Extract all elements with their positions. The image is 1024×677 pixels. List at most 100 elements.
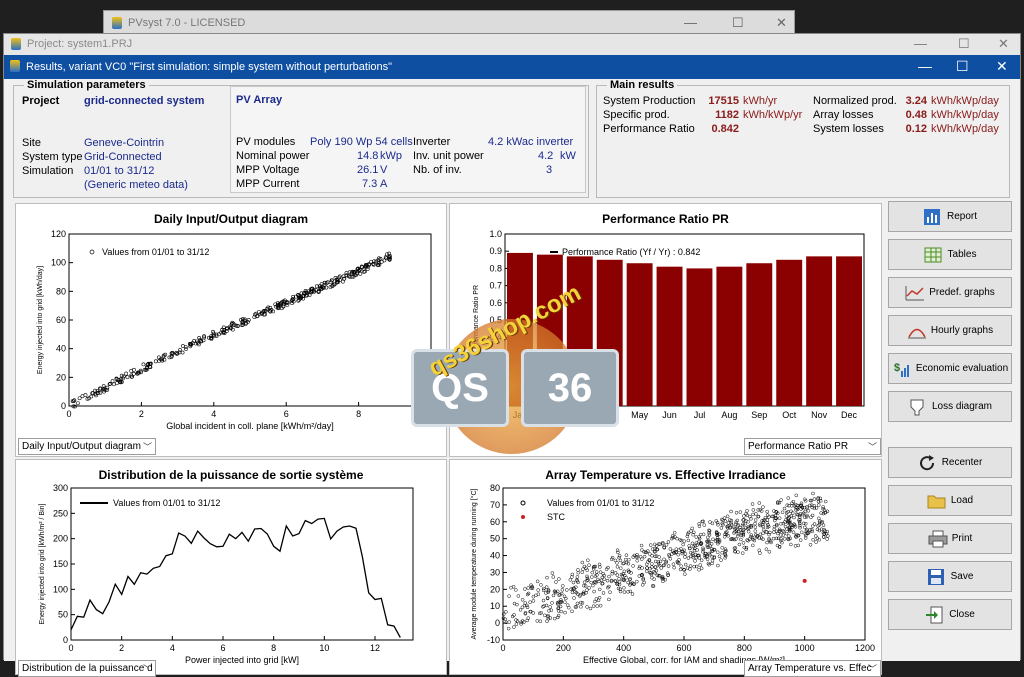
data-point xyxy=(637,566,641,571)
data-point xyxy=(767,550,772,554)
data-point xyxy=(812,497,817,501)
x-tick-label: 400 xyxy=(616,643,631,653)
close-icon[interactable]: ✕ xyxy=(998,36,1009,52)
data-point xyxy=(631,564,635,568)
result-unit: kWh/kWp/day xyxy=(931,123,999,135)
data-point xyxy=(557,593,561,598)
y-tick-label: 60 xyxy=(490,517,500,527)
pvsyst-window-title: PVsyst 7.0 - LICENSED xyxy=(128,17,246,29)
printer-icon xyxy=(928,530,948,548)
maximize-icon[interactable]: ☐ xyxy=(956,58,969,75)
data-point xyxy=(523,587,527,591)
data-point xyxy=(509,585,513,590)
tables-button[interactable]: Tables xyxy=(888,239,1012,270)
data-point xyxy=(690,526,694,531)
data-point xyxy=(77,396,82,401)
save-button[interactable]: Save xyxy=(888,561,1012,592)
results-title-bar: Results, variant VC0 "First simulation: … xyxy=(4,55,1020,79)
data-point xyxy=(668,547,673,551)
line-chart-icon xyxy=(905,284,925,302)
button-label: Print xyxy=(951,533,973,544)
data-point xyxy=(701,532,706,537)
report-button[interactable]: Report xyxy=(888,201,1012,232)
data-point xyxy=(698,563,703,567)
data-point xyxy=(568,578,573,582)
data-point xyxy=(745,509,749,513)
data-point xyxy=(792,515,796,520)
recenter-button[interactable]: Recenter xyxy=(888,447,1012,478)
data-point xyxy=(605,578,610,583)
simulation-parameters-group: Simulation parameters Project grid-conne… xyxy=(13,79,589,198)
result-label: Performance Ratio xyxy=(603,123,695,135)
load-button[interactable]: Load xyxy=(888,485,1012,516)
print-button[interactable]: Print xyxy=(888,523,1012,554)
data-point xyxy=(786,496,791,500)
data-point xyxy=(607,574,611,579)
refresh-icon xyxy=(918,454,936,472)
hourly-graphs-button[interactable]: Hourly graphs xyxy=(888,315,1012,346)
data-point xyxy=(677,558,681,562)
y-tick-label: 0.8 xyxy=(489,263,502,273)
maximize-icon[interactable]: ☐ xyxy=(732,15,744,31)
loss-diagram-button[interactable]: Loss diagram xyxy=(888,391,1012,422)
data-point xyxy=(784,531,789,536)
data-point xyxy=(83,393,88,397)
data-point xyxy=(174,350,179,355)
data-point xyxy=(545,575,549,580)
project-window: Project: system1.PRJ — ☐ ✕ Results, vari… xyxy=(3,33,1021,677)
data-point xyxy=(576,570,581,575)
close-icon[interactable]: ✕ xyxy=(776,15,787,31)
data-point xyxy=(582,583,586,588)
pr-bar xyxy=(507,252,533,406)
pr-chart-select[interactable]: Performance Ratio PR ﹀ xyxy=(744,438,881,455)
predef-graphs-button[interactable]: Predef. graphs xyxy=(888,277,1012,308)
data-point xyxy=(680,551,684,556)
economic-evaluation-button[interactable]: $ Economic evaluation xyxy=(888,353,1012,384)
data-point xyxy=(615,573,620,577)
x-tick-label: 0 xyxy=(68,643,73,653)
pr-bar xyxy=(836,256,862,406)
data-point xyxy=(615,565,620,569)
data-point xyxy=(777,516,782,520)
temp-chart-select[interactable]: Array Temperature vs. Effec ﹀ xyxy=(744,660,881,677)
data-point xyxy=(587,586,591,590)
legend-label: Performance Ratio (Yf / Yr) : 0.842 xyxy=(562,247,700,257)
maximize-icon[interactable]: ☐ xyxy=(958,36,970,52)
data-point xyxy=(763,516,768,520)
data-point xyxy=(753,529,758,533)
result-value: 1182 xyxy=(715,109,739,121)
data-point xyxy=(823,499,828,504)
data-point xyxy=(650,575,654,580)
button-label: Loss diagram xyxy=(931,401,993,412)
data-point xyxy=(811,537,815,542)
close-icon[interactable]: ✕ xyxy=(996,58,1008,75)
y-tick-label: 0 xyxy=(495,618,500,628)
y-tick-label: 0.6 xyxy=(489,298,502,308)
data-point xyxy=(725,514,730,519)
dist-chart-select[interactable]: Distribution de la puissance d ﹀ xyxy=(18,660,156,677)
data-point xyxy=(716,563,720,568)
report-icon xyxy=(923,208,941,226)
pr-bar xyxy=(536,254,563,406)
results-app-icon xyxy=(10,60,20,72)
minimize-icon[interactable]: — xyxy=(914,36,927,51)
minimize-icon[interactable]: — xyxy=(918,58,932,74)
minimize-icon[interactable]: — xyxy=(684,15,697,30)
distribution-chart: 0 2 4 6 8 10 12 0 50 100 150 200 250 300 Power injecte… xyxy=(39,483,414,665)
close-button[interactable]: Close xyxy=(888,599,1012,630)
data-point xyxy=(717,554,722,559)
plot-frame xyxy=(70,487,414,641)
data-point xyxy=(369,259,374,264)
data-point xyxy=(665,571,670,575)
data-point xyxy=(798,538,803,542)
data-point xyxy=(698,532,703,537)
data-point xyxy=(812,522,817,526)
io-chart-select[interactable]: Daily Input/Output diagram ﹀ xyxy=(18,438,156,455)
result-unit: kWh/yr xyxy=(743,95,778,107)
group-title: Simulation parameters xyxy=(24,79,149,91)
nominal-power-unit: kWp xyxy=(380,150,402,162)
data-point xyxy=(811,491,815,496)
y-tick-label: 1.0 xyxy=(489,229,502,239)
data-point xyxy=(385,252,389,257)
data-point xyxy=(635,579,639,584)
